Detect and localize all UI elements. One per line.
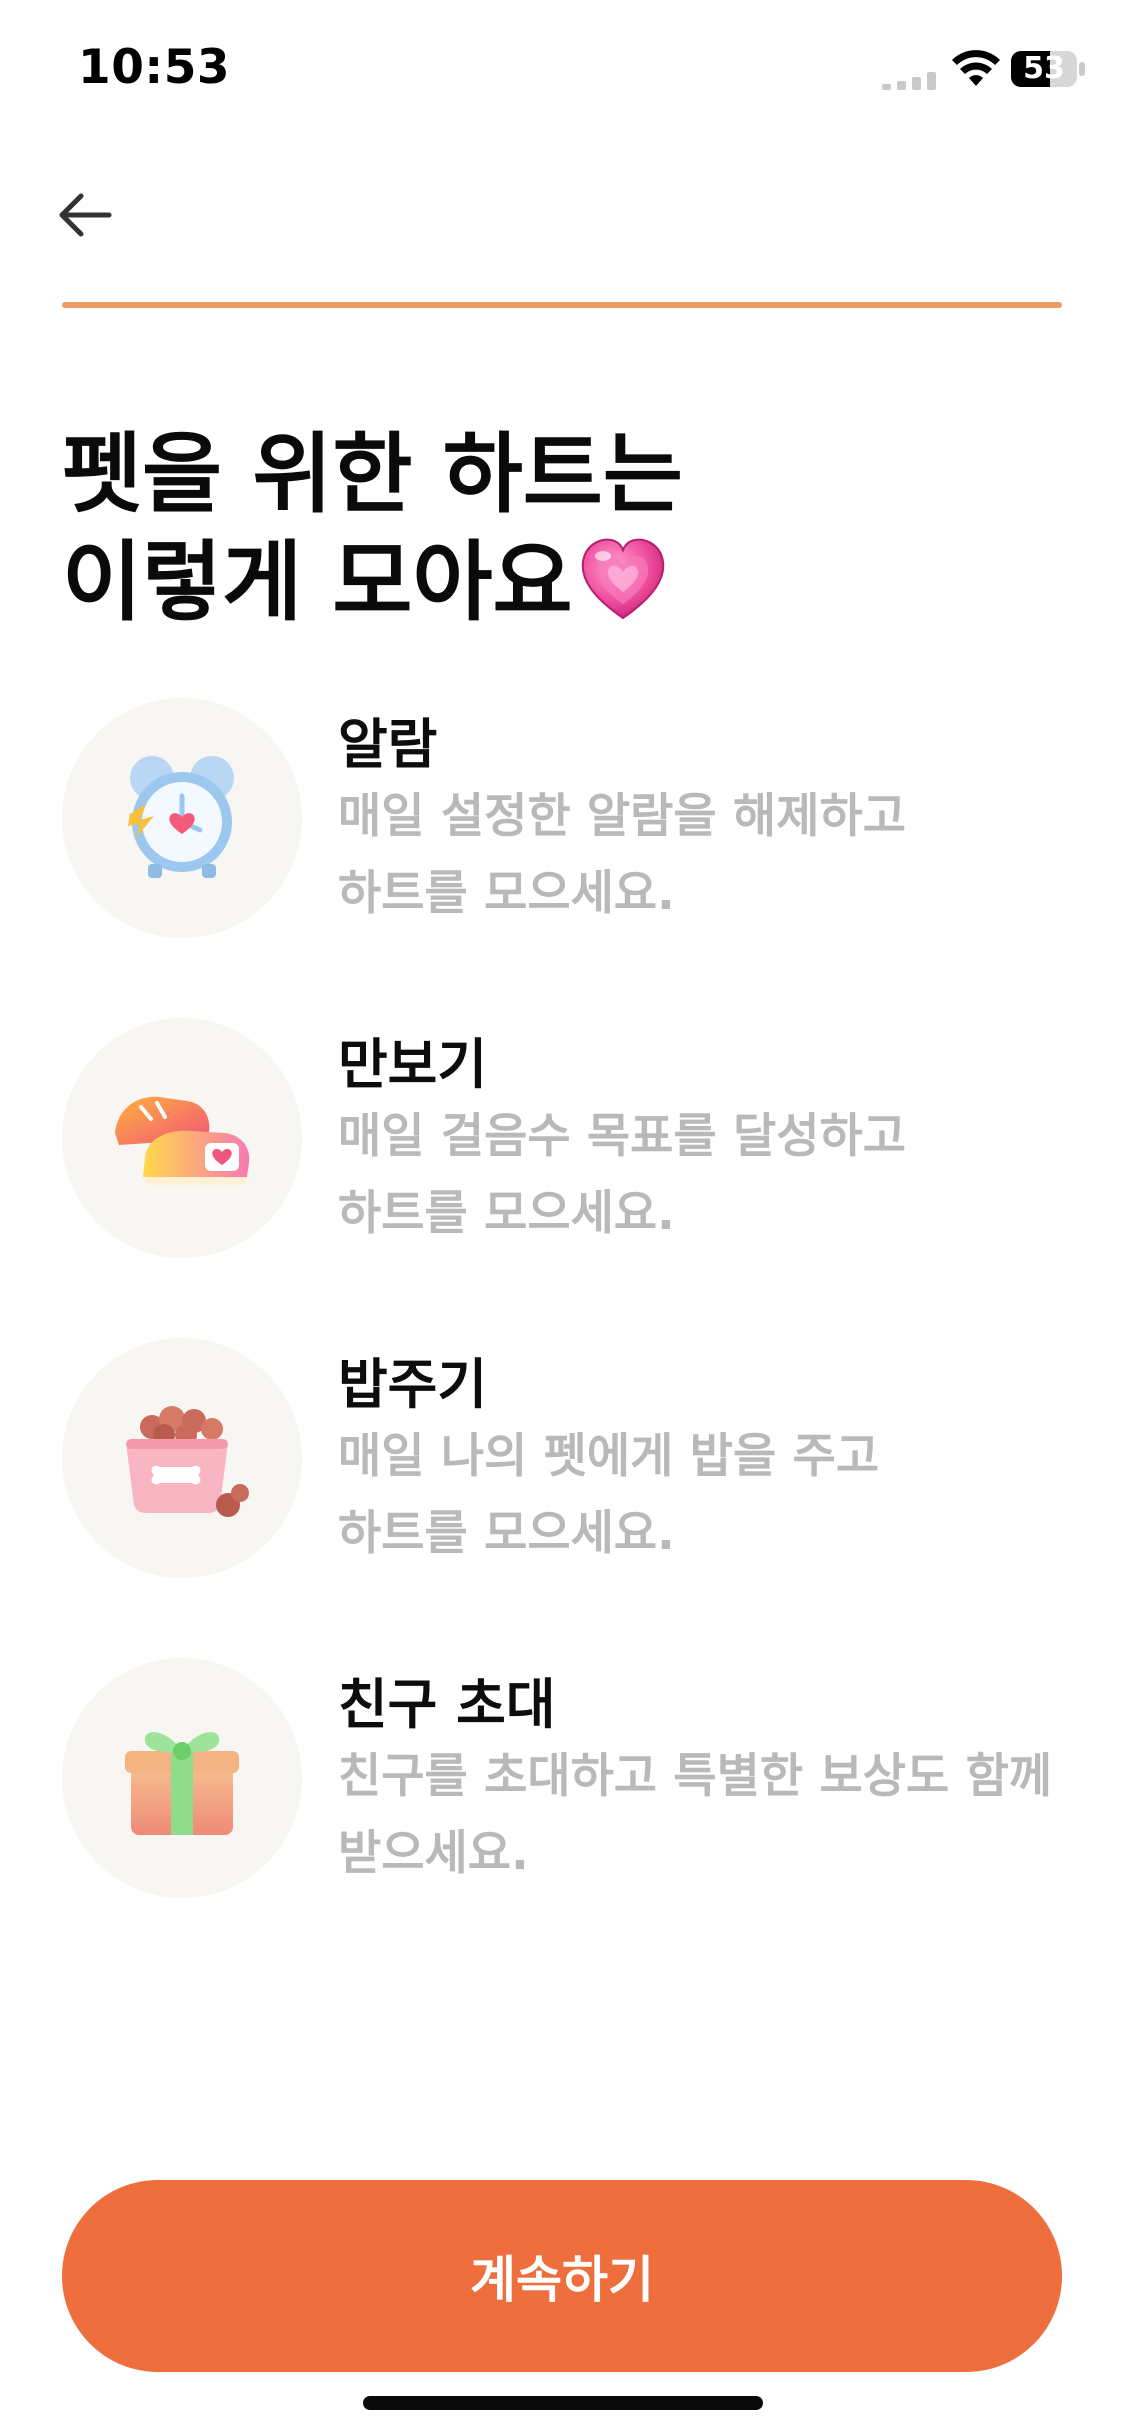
feature-description: 매일 설정한 알람을 해제하고 하트를 모으세요.: [338, 778, 1078, 932]
feature-icon-container: [62, 1018, 302, 1258]
wifi-icon: [952, 50, 1000, 86]
status-bar: 10:53 53: [0, 0, 1125, 140]
home-indicator: [363, 2396, 763, 2410]
arrow-left-icon: [59, 193, 112, 237]
feature-title: 밥주기: [338, 1353, 488, 1416]
feature-description-line: 하트를 모으세요.: [338, 866, 675, 921]
feature-icon-container: [62, 1658, 302, 1898]
signal-icon: [882, 72, 936, 90]
feature-description-line: 매일 걸음수 목표를 달성하고: [338, 1109, 906, 1164]
feature-item-feeding: 밥주기 매일 나의 펫에게 밥을 주고 하트를 모으세요.: [62, 1338, 1072, 1588]
sneakers-icon: [115, 1096, 250, 1185]
feature-description-line: 받으세요.: [338, 1826, 529, 1881]
continue-button[interactable]: 계속하기: [62, 2180, 1062, 2372]
status-time: 10:53: [78, 40, 231, 95]
feature-description-line: 매일 나의 펫에게 밥을 주고: [338, 1429, 880, 1484]
feature-description-line: 하트를 모으세요.: [338, 1186, 675, 1241]
feature-item-pedometer: 만보기 매일 걸음수 목표를 달성하고 하트를 모으세요.: [62, 1018, 1072, 1268]
feature-icon-container: [62, 1338, 302, 1578]
title-line-2: 이렇게 모아요: [62, 528, 1062, 636]
feature-title: 만보기: [338, 1033, 488, 1096]
alarm-clock-icon: [128, 756, 234, 878]
feature-description: 친구를 초대하고 특별한 보상도 함께 받으세요.: [338, 1738, 1078, 1892]
feature-item-alarm: 알람 매일 설정한 알람을 해제하고 하트를 모으세요.: [62, 698, 1072, 948]
feature-item-invite: 친구 초대 친구를 초대하고 특별한 보상도 함께 받으세요.: [62, 1658, 1072, 1908]
feature-description: 매일 걸음수 목표를 달성하고 하트를 모으세요.: [338, 1098, 1078, 1252]
feature-description-line: 하트를 모으세요.: [338, 1506, 675, 1561]
title-line-2-text: 이렇게 모아요: [62, 531, 573, 633]
gift-box-icon: [125, 1732, 239, 1835]
feature-description-line: 매일 설정한 알람을 해제하고: [338, 789, 906, 844]
feature-title: 친구 초대: [338, 1673, 556, 1736]
pet-food-bowl-icon: [126, 1406, 249, 1517]
feature-description-line: 친구를 초대하고 특별한 보상도 함께: [338, 1749, 1053, 1804]
back-button[interactable]: [50, 180, 120, 250]
sparkling-heart-icon: [581, 538, 664, 620]
page-title: 펫을 위한 하트는 이렇게 모아요: [62, 420, 1062, 636]
title-line-1: 펫을 위한 하트는: [62, 423, 683, 525]
progress-bar: [62, 302, 1062, 308]
feature-title: 알람: [338, 713, 438, 776]
progress-fill: [62, 302, 1062, 308]
feature-icon-container: [62, 698, 302, 938]
feature-description: 매일 나의 펫에게 밥을 주고 하트를 모으세요.: [338, 1418, 1078, 1572]
battery-level: 53: [1023, 51, 1065, 86]
